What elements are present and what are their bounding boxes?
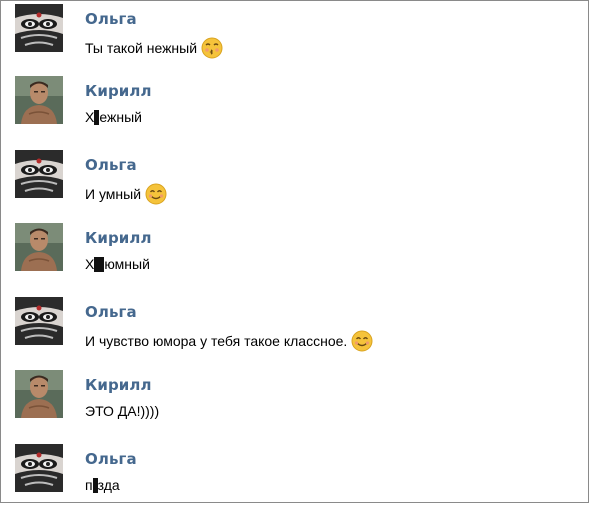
message-text: ЭТО ДА!)))) [85,403,159,419]
olga-avatar[interactable] [15,444,63,492]
message-author[interactable]: Ольга [85,450,137,468]
chat-message: Кирилл ЭТО ДА!)))) [1,370,588,444]
message-author[interactable]: Ольга [85,156,137,174]
smile-emoji-icon [351,330,373,352]
olga-avatar[interactable] [15,4,63,52]
chat-message: Ольга п зда [1,444,588,518]
message-text-part: И умный [85,186,142,202]
message-text: И умный [85,183,167,205]
smile-emoji-icon [145,183,167,205]
kirill-avatar[interactable] [15,223,63,271]
chat-message: Ольга И чувство юмора у тебя такое класс… [1,297,588,371]
message-author[interactable]: Ольга [85,303,137,321]
message-author[interactable]: Кирилл [85,229,152,247]
message-text-part: ЭТО ДА!)))) [85,403,160,419]
kirill-photo-avatar-icon [15,76,63,124]
message-text-part: п [85,477,93,493]
censor-bar [94,256,105,272]
kirill-photo-avatar-icon [15,370,63,418]
olga-face-avatar-icon [15,297,63,345]
message-text: И чувство юмора у тебя такое классное. [85,330,373,352]
message-text-part: ежный [99,109,142,125]
chat-message: Ольга Ты такой нежный [1,4,588,78]
message-text-part: зда [97,477,120,493]
olga-face-avatar-icon [15,444,63,492]
olga-avatar[interactable] [15,150,63,198]
message-author[interactable]: Кирилл [85,376,152,394]
message-text-part: Ты такой нежный [85,40,198,56]
olga-face-avatar-icon [15,150,63,198]
chat-window: Ольга Ты такой нежный Кирилл Х ежный Оль… [0,0,589,503]
message-text: Х ежный [85,109,142,125]
message-author[interactable]: Кирилл [85,82,152,100]
message-text-part: Х [85,109,95,125]
message-text-part: юмный [104,256,150,272]
kirill-photo-avatar-icon [15,223,63,271]
message-text: Х юмный [85,256,150,272]
message-text-part: Х [85,256,95,272]
message-text: п зда [85,477,120,493]
olga-face-avatar-icon [15,4,63,52]
chat-message: Кирилл Х юмный [1,223,588,297]
message-text-part: И чувство юмора у тебя такое классное. [85,333,348,349]
chat-message: Кирилл Х ежный [1,76,588,150]
olga-avatar[interactable] [15,297,63,345]
message-author[interactable]: Ольга [85,10,137,28]
chat-message: Ольга И умный [1,150,588,224]
kirill-avatar[interactable] [15,370,63,418]
kissing-emoji-icon [201,37,223,59]
message-text: Ты такой нежный [85,37,223,59]
kirill-avatar[interactable] [15,76,63,124]
